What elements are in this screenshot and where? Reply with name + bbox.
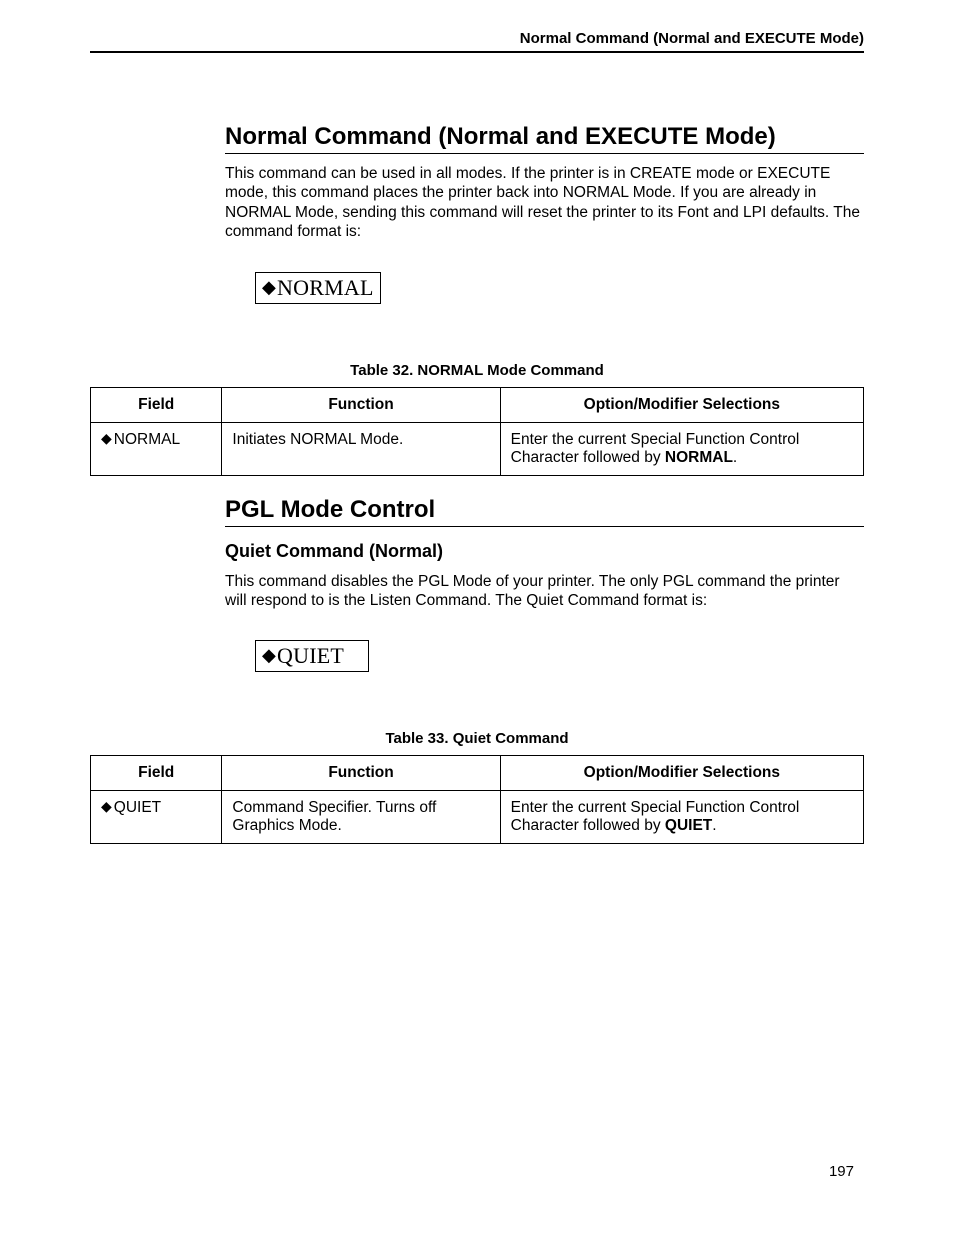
page: Normal Command (Normal and EXECUTE Mode)… (0, 0, 954, 1235)
section-normal-command: Normal Command (Normal and EXECUTE Mode)… (225, 123, 864, 334)
cell-field: ◆NORMAL (91, 422, 222, 475)
col-header-field: Field (91, 756, 222, 791)
running-header: Normal Command (Normal and EXECUTE Mode) (90, 30, 864, 53)
section-paragraph: This command can be used in all modes. I… (225, 164, 864, 242)
cell-options: Enter the current Special Function Contr… (500, 422, 863, 475)
col-header-options: Option/Modifier Selections (500, 756, 863, 791)
command-text: NORMAL (277, 275, 374, 300)
diamond-icon: ◆ (101, 430, 112, 446)
cell-field: ◆QUIET (91, 791, 222, 844)
col-header-field: Field (91, 387, 222, 422)
table-block-normal: Table 32. NORMAL Mode Command Field Func… (90, 362, 864, 476)
section-pgl-mode: PGL Mode Control Quiet Command (Normal) … (225, 496, 864, 703)
page-number: 197 (829, 1163, 854, 1180)
cell-options: Enter the current Special Function Contr… (500, 791, 863, 844)
col-header-options: Option/Modifier Selections (500, 387, 863, 422)
command-text: QUIET (277, 643, 344, 668)
cell-function: Initiates NORMAL Mode. (222, 422, 500, 475)
col-header-function: Function (222, 756, 500, 791)
table-caption: Table 32. NORMAL Mode Command (90, 362, 864, 379)
command-box-normal: ◆NORMAL (255, 272, 381, 304)
col-header-function: Function (222, 387, 500, 422)
table-block-quiet: Table 33. Quiet Command Field Function O… (90, 730, 864, 844)
table-caption: Table 33. Quiet Command (90, 730, 864, 747)
table-quiet: Field Function Option/Modifier Selection… (90, 755, 864, 844)
diamond-icon: ◆ (262, 277, 276, 297)
diamond-icon: ◆ (101, 798, 112, 814)
table-header-row: Field Function Option/Modifier Selection… (91, 756, 864, 791)
subsection-title: Quiet Command (Normal) (225, 541, 864, 562)
table-row: ◆NORMAL Initiates NORMAL Mode. Enter the… (91, 422, 864, 475)
cell-function: Command Specifier. Turns off Graphics Mo… (222, 791, 500, 844)
section-title: PGL Mode Control (225, 496, 864, 527)
diamond-icon: ◆ (262, 645, 276, 665)
table-header-row: Field Function Option/Modifier Selection… (91, 387, 864, 422)
section-paragraph: This command disables the PGL Mode of yo… (225, 572, 864, 611)
table-normal: Field Function Option/Modifier Selection… (90, 387, 864, 476)
section-title: Normal Command (Normal and EXECUTE Mode) (225, 123, 864, 154)
table-row: ◆QUIET Command Specifier. Turns off Grap… (91, 791, 864, 844)
command-box-quiet: ◆QUIET (255, 640, 369, 672)
